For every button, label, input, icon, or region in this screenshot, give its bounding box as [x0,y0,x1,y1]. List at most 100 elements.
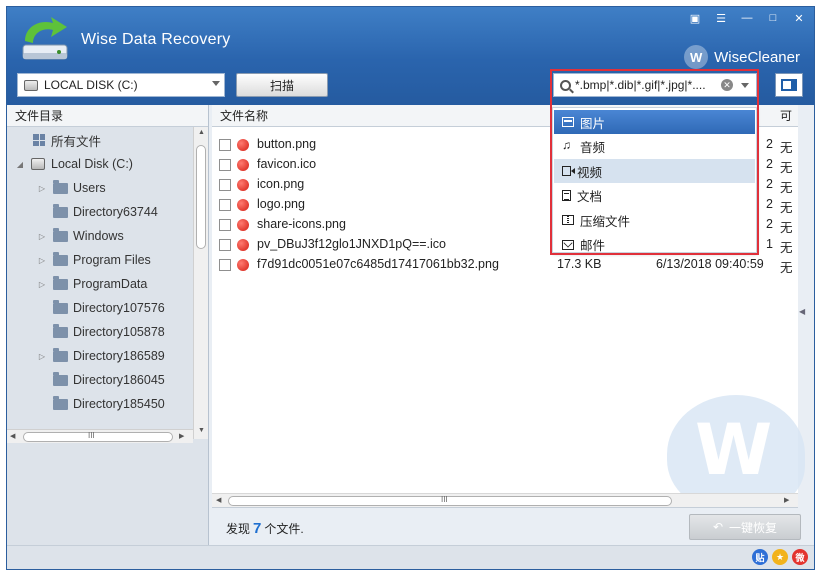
archive-icon [562,215,574,225]
expand-arrow-icon[interactable]: ▷ [37,256,47,265]
folder-icon [53,179,68,194]
found-prefix: 发现 [226,522,251,536]
one-click-recover-button[interactable]: ↶ 一键恢复 [689,514,801,540]
scrollbar-grip: III [441,495,448,504]
expand-arrow-icon[interactable]: ▷ [37,352,47,361]
file-checkbox[interactable] [219,159,231,171]
weibo-icon[interactable]: 微 [792,549,808,565]
tree-item[interactable]: Directory105878 [37,321,165,343]
disk-icon [24,79,38,91]
dropdown-item[interactable]: 音频 [554,135,755,159]
brand-logo[interactable]: W WiseCleaner [684,45,800,69]
file-checkbox[interactable] [219,239,231,251]
folder-icon [53,395,68,410]
dropdown-item[interactable]: 压缩文件 [554,208,755,232]
expand-arrow-icon[interactable]: ▷ [37,184,47,193]
deleted-status-icon [237,259,249,271]
deleted-status-icon [237,179,249,191]
tree-item-label: 所有文件 [51,134,102,149]
file-date-tail: 2 [766,157,773,171]
disk-icon [31,158,45,170]
tree-item[interactable]: ▷ Users [37,177,106,199]
column-header-recoverability[interactable]: 可 [780,107,792,124]
tree-item[interactable]: ▷ Directory186589 [37,345,165,367]
tree-item[interactable]: ▷ Program Files [37,249,151,271]
tree-item[interactable]: Directory186045 [37,369,165,391]
file-recoverability: 无 [780,141,793,155]
file-list-horizontal-scrollbar[interactable]: ◀ III ▶ [212,493,798,507]
scroll-up-icon[interactable]: ▲ [198,129,205,136]
file-checkbox[interactable] [219,139,231,151]
scroll-right-icon[interactable]: ▶ [784,496,789,504]
scrollbar-thumb[interactable]: III [23,431,173,442]
dropdown-item[interactable]: 图片 [554,110,755,134]
deleted-status-icon [237,139,249,151]
file-row[interactable]: f7d91dc0051e07c6485d17417061bb32.png 17.3… [212,255,798,275]
file-recoverability: 无 [780,221,793,235]
column-header-name[interactable]: 文件名称 [220,107,268,124]
file-checkbox[interactable] [219,199,231,211]
file-type-filter[interactable]: *.bmp|*.dib|*.gif|*.jpg|*.... ✕ [553,73,757,97]
file-checkbox[interactable] [219,179,231,191]
dropdown-item-label: 音频 [580,141,606,155]
panel-icon [781,79,797,91]
folder-icon [53,227,68,242]
menu-icon[interactable]: ☰ [710,9,732,27]
music-icon [562,138,574,152]
tree-item[interactable]: Directory107576 [37,297,165,319]
tree-item-label: Directory107576 [73,301,165,315]
tree-item[interactable]: Directory63744 [37,201,158,223]
scrollbar-thumb[interactable]: III [228,495,672,506]
scroll-left-icon[interactable]: ◀ [216,496,221,504]
file-checkbox[interactable] [219,219,231,231]
tree-item[interactable]: 所有文件 [21,129,101,151]
chevron-down-icon[interactable] [741,82,749,88]
file-date-tail: 2 [766,137,773,151]
expand-arrow-icon[interactable]: ▷ [37,232,47,241]
tree-item-label: Directory186045 [73,373,165,387]
expand-arrow-icon[interactable]: ◢ [15,160,25,169]
dropdown-item[interactable]: 邮件 [554,233,755,257]
tree-vertical-scrollbar[interactable]: ▲ ▼ [193,127,208,439]
expand-arrow-icon[interactable]: ▷ [37,280,47,289]
file-date-tail: 2 [766,197,773,211]
scroll-right-icon[interactable]: ▶ [179,432,184,440]
maximize-button[interactable]: □ [762,9,784,27]
drive-select[interactable]: LOCAL DISK (C:) [17,73,225,97]
scroll-down-icon[interactable]: ▼ [198,427,205,434]
file-date-tail: 2 [766,217,773,231]
tree-header: 文件目录 [7,105,208,127]
file-recoverability: 无 [780,241,793,255]
search-icon [560,79,571,91]
folder-icon [53,203,68,218]
collapse-panel-icon[interactable]: ◀ [799,307,805,316]
tree-item[interactable]: ◢ Local Disk (C:) [15,153,133,175]
clear-icon[interactable]: ✕ [721,79,733,91]
dropdown-item[interactable]: 视频 [554,159,755,183]
recover-button-label: 一键恢复 [729,520,778,535]
tree-item[interactable]: ▷ Windows [37,225,124,247]
file-recoverability: 无 [780,161,793,175]
favorite-icon[interactable]: ★ [772,549,788,565]
tree-item-label: Users [73,181,106,195]
tree-item[interactable]: ▷ ProgramData [37,273,147,295]
preview-panel-toggle[interactable] [775,73,803,97]
file-type-dropdown: 图片音频视频文档压缩文件邮件 [552,107,757,253]
close-button[interactable]: ✕ [788,9,810,27]
feedback-icon[interactable]: ▣ [684,9,706,27]
file-checkbox[interactable] [219,259,231,271]
minimize-button[interactable]: — [736,9,758,27]
found-summary: 发现 7 个文件. [226,520,304,537]
tree-horizontal-scrollbar[interactable]: ◀ III ▶ [7,429,193,443]
dropdown-item-label: 视频 [577,165,603,180]
scan-button[interactable]: 扫描 [236,73,328,97]
tree-item-label: Directory63744 [73,205,158,219]
scrollbar-thumb[interactable] [196,145,206,249]
found-suffix: 个文件. [264,522,304,536]
tieba-icon[interactable]: 贴 [752,549,768,565]
dropdown-item[interactable]: 文档 [554,184,755,208]
app-title: Wise Data Recovery [81,31,231,48]
file-recoverability: 无 [780,181,793,195]
tree-item[interactable]: Directory185450 [37,393,165,415]
scroll-left-icon[interactable]: ◀ [10,432,15,440]
